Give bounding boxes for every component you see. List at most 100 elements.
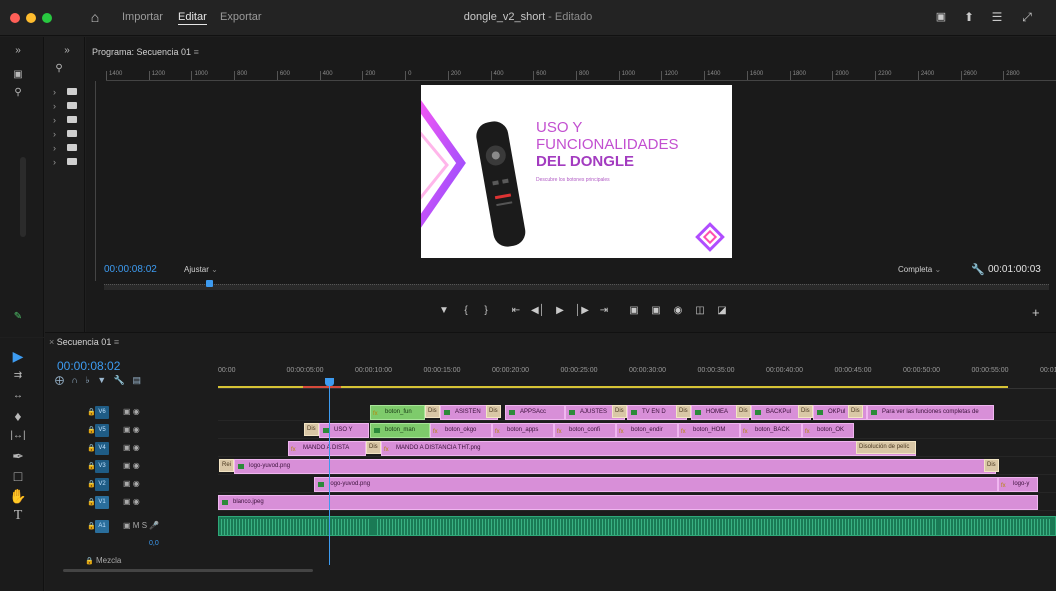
linked-selection-icon[interactable]: ♭: [86, 375, 90, 385]
panel-menu-icon[interactable]: ≡: [194, 47, 199, 57]
expand-panels-icon-2[interactable]: »: [57, 41, 77, 61]
extract-icon[interactable]: ▣: [648, 305, 664, 316]
scrubber-playhead[interactable]: [206, 280, 213, 287]
timeline-clip[interactable]: fx boton_OK: [802, 423, 854, 438]
timeline-settings-icon[interactable]: 🔧: [114, 375, 125, 385]
program-scrubber[interactable]: [104, 284, 1049, 290]
lift-icon[interactable]: ▣: [626, 305, 642, 316]
transition-marker[interactable]: Rei: [219, 459, 235, 472]
video-frame[interactable]: USO Y FUNCIONALIDADES DEL DONGLE Descubr…: [421, 85, 732, 258]
add-marker-icon[interactable]: ▼: [436, 305, 452, 316]
track-target-v1[interactable]: V1: [95, 496, 109, 509]
transition-marker[interactable]: Dis: [984, 459, 999, 472]
timeline-clip[interactable]: fx boton_HOM: [678, 423, 740, 438]
transition-marker[interactable]: Dis: [736, 405, 751, 418]
timeline-clip[interactable]: logo-yuvod.png: [314, 477, 998, 492]
bin-item[interactable]: ›: [53, 157, 81, 167]
transition-marker[interactable]: Dis: [486, 405, 501, 418]
expand-panels-icon[interactable]: »: [8, 41, 28, 61]
sequence-tab[interactable]: × Secuencia 01 ≡: [49, 337, 119, 347]
razor-tool-icon[interactable]: ♦: [8, 406, 28, 426]
home-icon[interactable]: ⌂: [86, 8, 104, 26]
timeline-clip[interactable]: Para ver las funciones completas de: [867, 405, 994, 420]
track-toggles[interactable]: ▣ ◉: [123, 497, 140, 506]
menu-exportar[interactable]: Exportar: [220, 11, 262, 23]
timeline-clip[interactable]: logo-yuvod.png: [234, 459, 996, 474]
timeline-clip[interactable]: fx boton_BACK: [740, 423, 802, 438]
quick-export-icon[interactable]: ▣: [932, 8, 950, 26]
slip-tool-icon[interactable]: |↔|: [8, 426, 28, 446]
pen-tool-icon[interactable]: ✒: [8, 446, 28, 466]
transition-marker[interactable]: Disolución de pelíc: [856, 441, 916, 454]
transition-marker[interactable]: Dis: [366, 441, 381, 454]
timeline-playhead[interactable]: [329, 380, 330, 565]
ripple-edit-tool-icon[interactable]: ↔: [8, 386, 28, 406]
fullscreen-icon[interactable]: ⤢: [1018, 8, 1036, 26]
step-back-icon[interactable]: ◀│: [530, 305, 546, 316]
transition-marker[interactable]: Dis: [304, 423, 319, 436]
media-icon[interactable]: ▣: [8, 65, 28, 85]
transition-marker[interactable]: Dis: [798, 405, 813, 418]
search-icon[interactable]: ⚲: [8, 83, 28, 103]
track-target-v5[interactable]: V5: [95, 424, 109, 437]
menu-importar[interactable]: Importar: [122, 11, 163, 23]
playhead-timecode[interactable]: 00:00:08:02: [104, 264, 157, 275]
zoom-window-button[interactable]: [42, 13, 52, 23]
workspaces-icon[interactable]: ☰: [988, 8, 1006, 26]
transition-marker[interactable]: Dis: [425, 405, 440, 418]
proxy-toggle-icon[interactable]: ◪: [714, 305, 730, 316]
add-marker-timeline-icon[interactable]: ▼: [97, 375, 106, 385]
playback-resolution-dropdown[interactable]: Completa ⌄: [898, 265, 941, 274]
snap-icon[interactable]: ∩: [72, 375, 78, 385]
add-button-icon[interactable]: +: [1032, 305, 1040, 320]
minimize-window-button[interactable]: [26, 13, 36, 23]
bin-item[interactable]: ›: [53, 129, 81, 139]
timeline-clip[interactable]: fx boton_endir: [616, 423, 678, 438]
timeline-clip[interactable]: fx boton_apps: [492, 423, 554, 438]
hand-tool-icon[interactable]: ✋: [8, 486, 28, 506]
captions-icon[interactable]: ▤: [132, 375, 141, 385]
track-toggles[interactable]: ▣ ◉: [123, 425, 140, 434]
timeline-clip[interactable]: fx boton_okgo: [430, 423, 492, 438]
track-target-a1[interactable]: A1: [95, 520, 109, 533]
timeline-clip[interactable]: fx logo-y: [998, 477, 1038, 492]
timeline-clip[interactable]: APPSAcc: [505, 405, 565, 420]
track-target-v6[interactable]: V6: [95, 406, 109, 419]
track-toggles[interactable]: ▣ ◉: [123, 407, 140, 416]
bin-item[interactable]: ›: [53, 87, 81, 97]
export-frame-icon[interactable]: ◉: [670, 305, 686, 316]
track-toggles[interactable]: ▣ ◉: [123, 443, 140, 452]
mix-value[interactable]: 0,0: [149, 540, 159, 547]
comparison-view-icon[interactable]: ◫: [692, 305, 708, 316]
timeline-clip[interactable]: fx boton_confi: [554, 423, 616, 438]
transition-marker[interactable]: Dis: [848, 405, 863, 418]
close-window-button[interactable]: [10, 13, 20, 23]
track-select-tool-icon[interactable]: ⇉: [8, 366, 28, 386]
timeline-clip[interactable]: fx MANDO A DISTA: [288, 441, 366, 456]
track-target-v4[interactable]: V4: [95, 442, 109, 455]
timeline-clip[interactable]: fx boton_fun: [370, 405, 425, 420]
timeline-zoom-scrollbar[interactable]: [63, 569, 313, 572]
panel-scrollbar[interactable]: [20, 157, 26, 237]
type-tool-icon[interactable]: T: [8, 506, 28, 526]
selection-tool-icon[interactable]: ▶: [8, 346, 28, 366]
go-to-in-icon[interactable]: ⇤: [508, 305, 524, 316]
pencil-icon[interactable]: ✎: [8, 307, 28, 327]
bin-item[interactable]: ›: [53, 115, 81, 125]
step-forward-icon[interactable]: │▶: [574, 305, 590, 316]
track-target-v3[interactable]: V3: [95, 460, 109, 473]
timeline-clip[interactable]: fx MANDO A DISTANCIA THT.png: [381, 441, 916, 456]
transition-marker[interactable]: Dis: [612, 405, 627, 418]
play-icon[interactable]: ▶: [552, 305, 568, 316]
transition-marker[interactable]: Dis: [676, 405, 691, 418]
track-toggles[interactable]: ▣ ◉: [123, 461, 140, 470]
share-icon[interactable]: ⬆: [960, 8, 978, 26]
nest-icon[interactable]: ⨁: [55, 375, 64, 385]
track-toggles[interactable]: ▣ ◉: [123, 479, 140, 488]
wrench-icon[interactable]: 🔧: [971, 263, 985, 276]
sequence-timecode[interactable]: 00:00:08:02: [57, 359, 120, 373]
go-to-out-icon[interactable]: ⇥: [596, 305, 612, 316]
track-toggles[interactable]: ▣ M S 🎤: [123, 521, 159, 530]
zoom-fit-dropdown[interactable]: Ajustar ⌄: [184, 265, 218, 274]
timeline-clip[interactable]: boton_man: [370, 423, 430, 438]
